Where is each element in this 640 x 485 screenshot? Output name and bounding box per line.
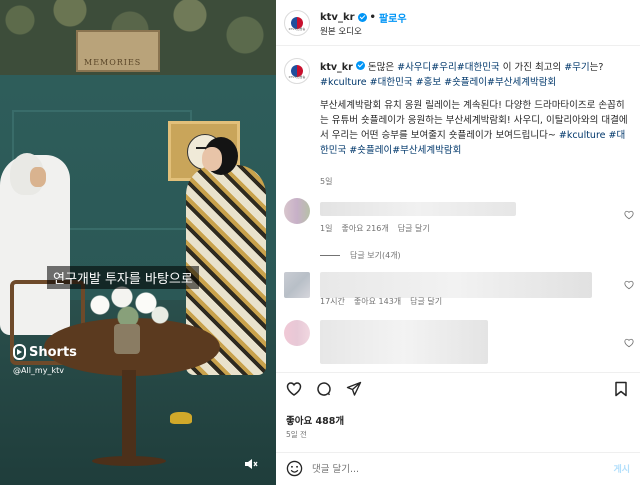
hashtag[interactable]: #사우디 [397,62,431,73]
shorts-handle: @All_my_ktv [13,366,64,375]
verified-badge-icon [355,61,365,70]
verified-badge-icon [357,13,367,22]
post-date: 5일 전 [286,430,307,439]
caption-avatar[interactable]: KTV국민방송 [284,58,310,84]
replies-line [320,255,340,256]
hashtag[interactable]: #kculture [320,77,367,88]
shorts-label: Shorts [29,344,77,360]
comment-time: 1일 [320,224,333,233]
reel-video[interactable]: MEMORIES 연구개발 투자를 바탕으로 Shorts @All_my_kt… [0,0,276,485]
hashtag[interactable]: #kculture [559,130,606,141]
table-leg [122,370,136,460]
table-base [92,456,166,466]
video-subtitle: 연구개발 투자를 바탕으로 [47,266,199,289]
hashtag[interactable]: #대한민국 [370,77,413,88]
shoe [170,412,192,424]
comment-heart-icon[interactable] [624,338,634,348]
flower-bouquet [88,285,170,327]
caption-username[interactable]: ktv_kr [320,62,353,73]
hashtag[interactable]: #숏플레이 [444,77,487,88]
heart-icon[interactable] [286,381,302,397]
caption-text: ktv_kr 돈많은 #사우디#우리#대한민국 이 가진 최고의 #무기는? #… [320,60,630,158]
comment-text-blurred [320,202,516,216]
hashtag[interactable]: #대한민국 [457,62,500,73]
reply-button[interactable]: 답글 달기 [398,223,430,234]
comment-heart-icon[interactable] [624,210,634,220]
caption-timestamp: 5일 [320,177,333,186]
comment-input-row: 게시 [276,452,640,485]
avatar-caption: KTV국민방송 [288,75,306,79]
view-replies[interactable]: 답글 보기(4개) [320,250,401,261]
bookmark-icon[interactable] [614,381,628,397]
memories-sign: MEMORIES [76,30,160,72]
memories-sign-text: MEMORIES [84,58,142,67]
shorts-logo: Shorts [13,344,77,360]
caption-paragraph-2: 부산세계박람회 유치 응원 릴레이는 계속된다! 다양한 드라마타이즈로 손꼽히… [320,98,630,158]
caption-paragraph-1: ktv_kr 돈많은 #사우디#우리#대한민국 이 가진 최고의 #무기는? #… [320,60,630,90]
hashtag[interactable]: #부산세계박람회 [487,77,556,88]
caption-line1-mid: 이 가진 최고의 [499,62,562,73]
comment-text-blurred [320,320,488,364]
comment-avatar[interactable] [284,198,310,224]
comment-heart-icon[interactable] [624,280,634,290]
comment-text-blurred [320,272,592,298]
comment-avatar[interactable] [284,320,310,346]
comment-time: 17시간 [320,297,345,306]
caption-line2-start: 는? [589,62,604,73]
comment-icon[interactable] [316,381,332,397]
post-panel: KTV국민방송 ktv_kr • 팔로우 원본 오디오 KTV국민방송 ktv_… [276,0,640,485]
header-username[interactable]: ktv_kr [320,12,355,23]
hashtag[interactable]: #숏플레이 [349,145,392,156]
comment-meta: 17시간 좋아요 143개 답글 달기 [320,296,442,307]
emoji-icon[interactable] [286,460,303,477]
hashtag[interactable]: #무기 [564,62,589,73]
share-icon[interactable] [346,381,362,397]
original-audio-link[interactable]: 원본 오디오 [320,25,362,37]
vase [114,324,140,354]
header-user-line: ktv_kr • 팔로우 [320,10,407,25]
post-actions: 좋아요 488개 5일 전 [276,372,640,452]
reply-button[interactable]: 답글 달기 [410,296,442,307]
speaker-muted-icon[interactable] [244,458,258,470]
post-header: KTV국민방송 ktv_kr • 팔로우 원본 오디오 [276,0,640,46]
hashtag[interactable]: #홍보 [416,77,441,88]
avatar-caption: KTV국민방송 [288,27,306,31]
comment-input[interactable] [312,459,592,479]
action-row [286,381,362,397]
separator-dot: • [369,12,376,23]
follow-button[interactable]: 팔로우 [379,10,407,25]
comment-meta: 1일 좋아요 216개 답글 달기 [320,223,430,234]
shorts-icon [13,344,26,360]
view-replies-label[interactable]: 답글 보기(4개) [350,250,401,261]
profile-avatar[interactable]: KTV국민방송 [284,10,310,36]
post-comment-button[interactable]: 게시 [613,462,630,475]
comment-likes[interactable]: 좋아요 216개 [341,223,388,234]
caption-line1-text: 돈많은 [364,62,398,73]
hashtag[interactable]: #우리 [431,62,456,73]
comment-likes[interactable]: 좋아요 143개 [354,296,401,307]
hashtag[interactable]: #부산세계박람회 [392,145,461,156]
likes-count[interactable]: 좋아요 488개 [286,413,344,427]
comment-avatar[interactable] [284,272,310,298]
